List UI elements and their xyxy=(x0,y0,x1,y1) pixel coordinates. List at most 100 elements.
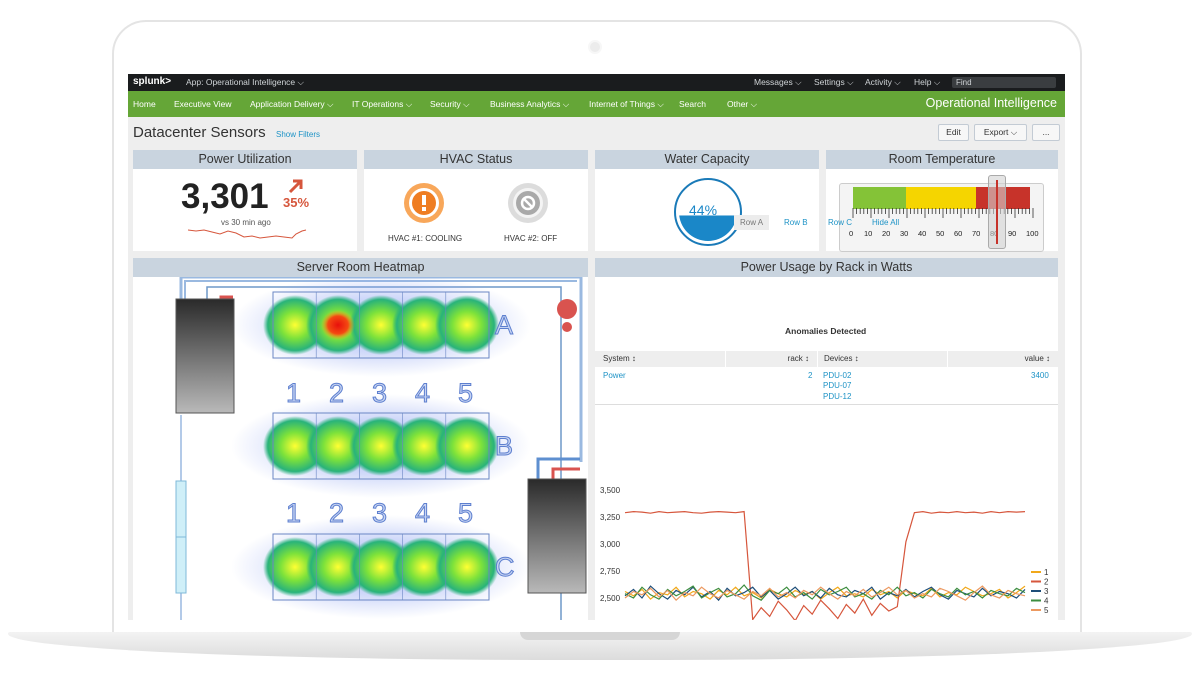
anomalies-title: Anomalies Detected xyxy=(785,326,867,336)
nav-home[interactable]: Home xyxy=(133,99,156,109)
heatmap-floorplan xyxy=(175,277,587,620)
gauge-tick-label: 50 xyxy=(936,229,945,238)
messages-menu[interactable]: Messages ⌵ xyxy=(754,77,802,88)
gauge-tick-label: 100 xyxy=(1026,229,1039,238)
th-rack[interactable]: rack ↕ xyxy=(725,351,817,367)
hvac-2-label: HVAC #2: OFF xyxy=(504,234,558,243)
tab-row-b[interactable]: Row B xyxy=(784,218,808,227)
tab-row-a[interactable]: Row A xyxy=(734,215,770,230)
cell-device[interactable]: PDU-02 xyxy=(823,371,851,380)
gauge-tick-label: 0 xyxy=(849,229,854,238)
cell-device[interactable]: PDU-12 xyxy=(823,392,851,401)
rack-number-label: 2 xyxy=(328,498,345,529)
gauge-tick-label: 60 xyxy=(954,229,963,238)
splunk-logo[interactable]: splunk> xyxy=(133,76,171,87)
nav-search[interactable]: Search xyxy=(679,99,706,109)
activity-menu[interactable]: Activity ⌵ xyxy=(865,77,901,88)
edit-button[interactable]: Edit xyxy=(938,124,969,141)
app-brand-title: Operational Intelligence xyxy=(925,96,1057,110)
water-capacity-panel: Water Capacity 44% xyxy=(595,150,819,251)
hvac-fan-off-icon xyxy=(508,183,548,223)
legend-label: 3 xyxy=(1044,587,1049,596)
find-input[interactable]: Find xyxy=(952,77,1056,88)
panel-title: Power Utilization xyxy=(133,150,357,169)
nav-it-operations[interactable]: IT Operations ⌵ xyxy=(352,99,412,110)
app-menu[interactable]: App: Operational Intelligence ⌵ xyxy=(186,77,304,88)
nav-security[interactable]: Security ⌵ xyxy=(430,99,470,110)
legend-label: 5 xyxy=(1044,606,1049,615)
settings-menu[interactable]: Settings ⌵ xyxy=(814,77,854,88)
trend-percent: 35% xyxy=(283,195,310,210)
gauge-tick-label: 70 xyxy=(972,229,981,238)
tab-hide-all[interactable]: Hide All xyxy=(872,218,899,227)
laptop-notch xyxy=(520,632,680,640)
rack-number-label: 5 xyxy=(457,498,474,529)
export-button[interactable]: Export ⌵ xyxy=(974,124,1027,141)
room-temperature-panel: Room Temperature 0102030405060708090100 xyxy=(826,150,1058,252)
panel-title: Server Room Heatmap xyxy=(133,258,588,277)
hvac-status-panel: HVAC Status HVAC #1: COOLING HVAC #2: OF… xyxy=(364,150,588,251)
webcam-icon xyxy=(588,40,602,54)
rack-number-label: 3 xyxy=(371,378,388,409)
rack-number-label: 5 xyxy=(457,378,474,409)
panel-title: Power Usage by Rack in Watts xyxy=(595,258,1058,277)
cell-device[interactable]: PDU-07 xyxy=(823,381,851,390)
server-room-heatmap-panel: Server Room Heatmap A B C 1 2 3 4 5 1 2 … xyxy=(133,258,588,620)
tab-row-c[interactable]: Row C xyxy=(828,218,852,227)
panel-title: Water Capacity xyxy=(595,150,819,169)
y-tick-label: 2,500 xyxy=(600,594,621,603)
nav-executive-view[interactable]: Executive View xyxy=(174,99,231,109)
panel-title: Room Temperature xyxy=(826,150,1058,169)
th-devices[interactable]: Devices ↕ xyxy=(817,351,947,367)
gauge-tick-label: 40 xyxy=(918,229,927,238)
nav-internet-of-things[interactable]: Internet of Things ⌵ xyxy=(589,99,664,110)
legend-label: 4 xyxy=(1044,597,1049,606)
gauge-band-yellow xyxy=(906,187,976,209)
rack-number-label: 2 xyxy=(328,378,345,409)
rack-number-label: 3 xyxy=(371,498,388,529)
th-system[interactable]: System ↕ xyxy=(595,351,725,367)
panel-title: HVAC Status xyxy=(364,150,588,169)
power-sparkline xyxy=(188,229,307,239)
nav-application-delivery[interactable]: Application Delivery ⌵ xyxy=(250,99,333,110)
row-label: C xyxy=(495,552,515,583)
power-value: 3,301 xyxy=(181,177,269,216)
temperature-marker xyxy=(988,175,1006,249)
top-bar: splunk> App: Operational Intelligence ⌵ … xyxy=(128,74,1065,91)
y-tick-label: 3,500 xyxy=(600,486,621,495)
page-title: Datacenter Sensors xyxy=(133,124,266,141)
trend-up-arrow-icon xyxy=(288,179,303,194)
row-label: A xyxy=(494,310,514,341)
y-tick-label: 3,000 xyxy=(600,540,621,549)
hvac-fan-warning-icon xyxy=(404,183,444,223)
rack-number-label: 4 xyxy=(414,378,431,409)
cell-system[interactable]: Power xyxy=(603,371,626,380)
nav-business-analytics[interactable]: Business Analytics ⌵ xyxy=(490,99,569,110)
power-line-chart: 3,5003,2503,0002,7502,5002,2507:45 PM8:0… xyxy=(600,486,1049,620)
y-tick-label: 3,250 xyxy=(600,513,621,522)
gauge-tick-label: 20 xyxy=(882,229,891,238)
th-value[interactable]: value ↕ xyxy=(947,351,1058,367)
cell-value[interactable]: 3400 xyxy=(1031,371,1049,380)
gauge-tick-label: 10 xyxy=(864,229,873,238)
y-tick-label: 2,750 xyxy=(600,567,621,576)
gauge-band-green xyxy=(853,187,906,209)
series-line-2 xyxy=(624,510,1026,620)
nav-other[interactable]: Other ⌵ xyxy=(727,99,757,110)
row-label: B xyxy=(494,431,514,462)
rack-number-label: 4 xyxy=(414,498,431,529)
show-filters-link[interactable]: Show Filters xyxy=(276,130,320,139)
gauge-tick-label: 90 xyxy=(1008,229,1017,238)
gauge-tick-label: 30 xyxy=(900,229,909,238)
help-menu[interactable]: Help ⌵ xyxy=(914,77,940,88)
rack-number-label: 1 xyxy=(285,498,302,529)
hotspot-marker xyxy=(321,310,355,340)
more-actions-button[interactable]: ... xyxy=(1032,124,1060,141)
hvac-1-label: HVAC #1: COOLING xyxy=(388,234,463,243)
legend-label: 2 xyxy=(1044,578,1049,587)
rack-number-label: 1 xyxy=(285,378,302,409)
screen: splunk> App: Operational Intelligence ⌵ … xyxy=(128,74,1065,620)
cell-rack[interactable]: 2 xyxy=(808,371,812,380)
legend-label: 1 xyxy=(1044,568,1049,577)
trend-compare-label: vs 30 min ago xyxy=(221,218,271,227)
